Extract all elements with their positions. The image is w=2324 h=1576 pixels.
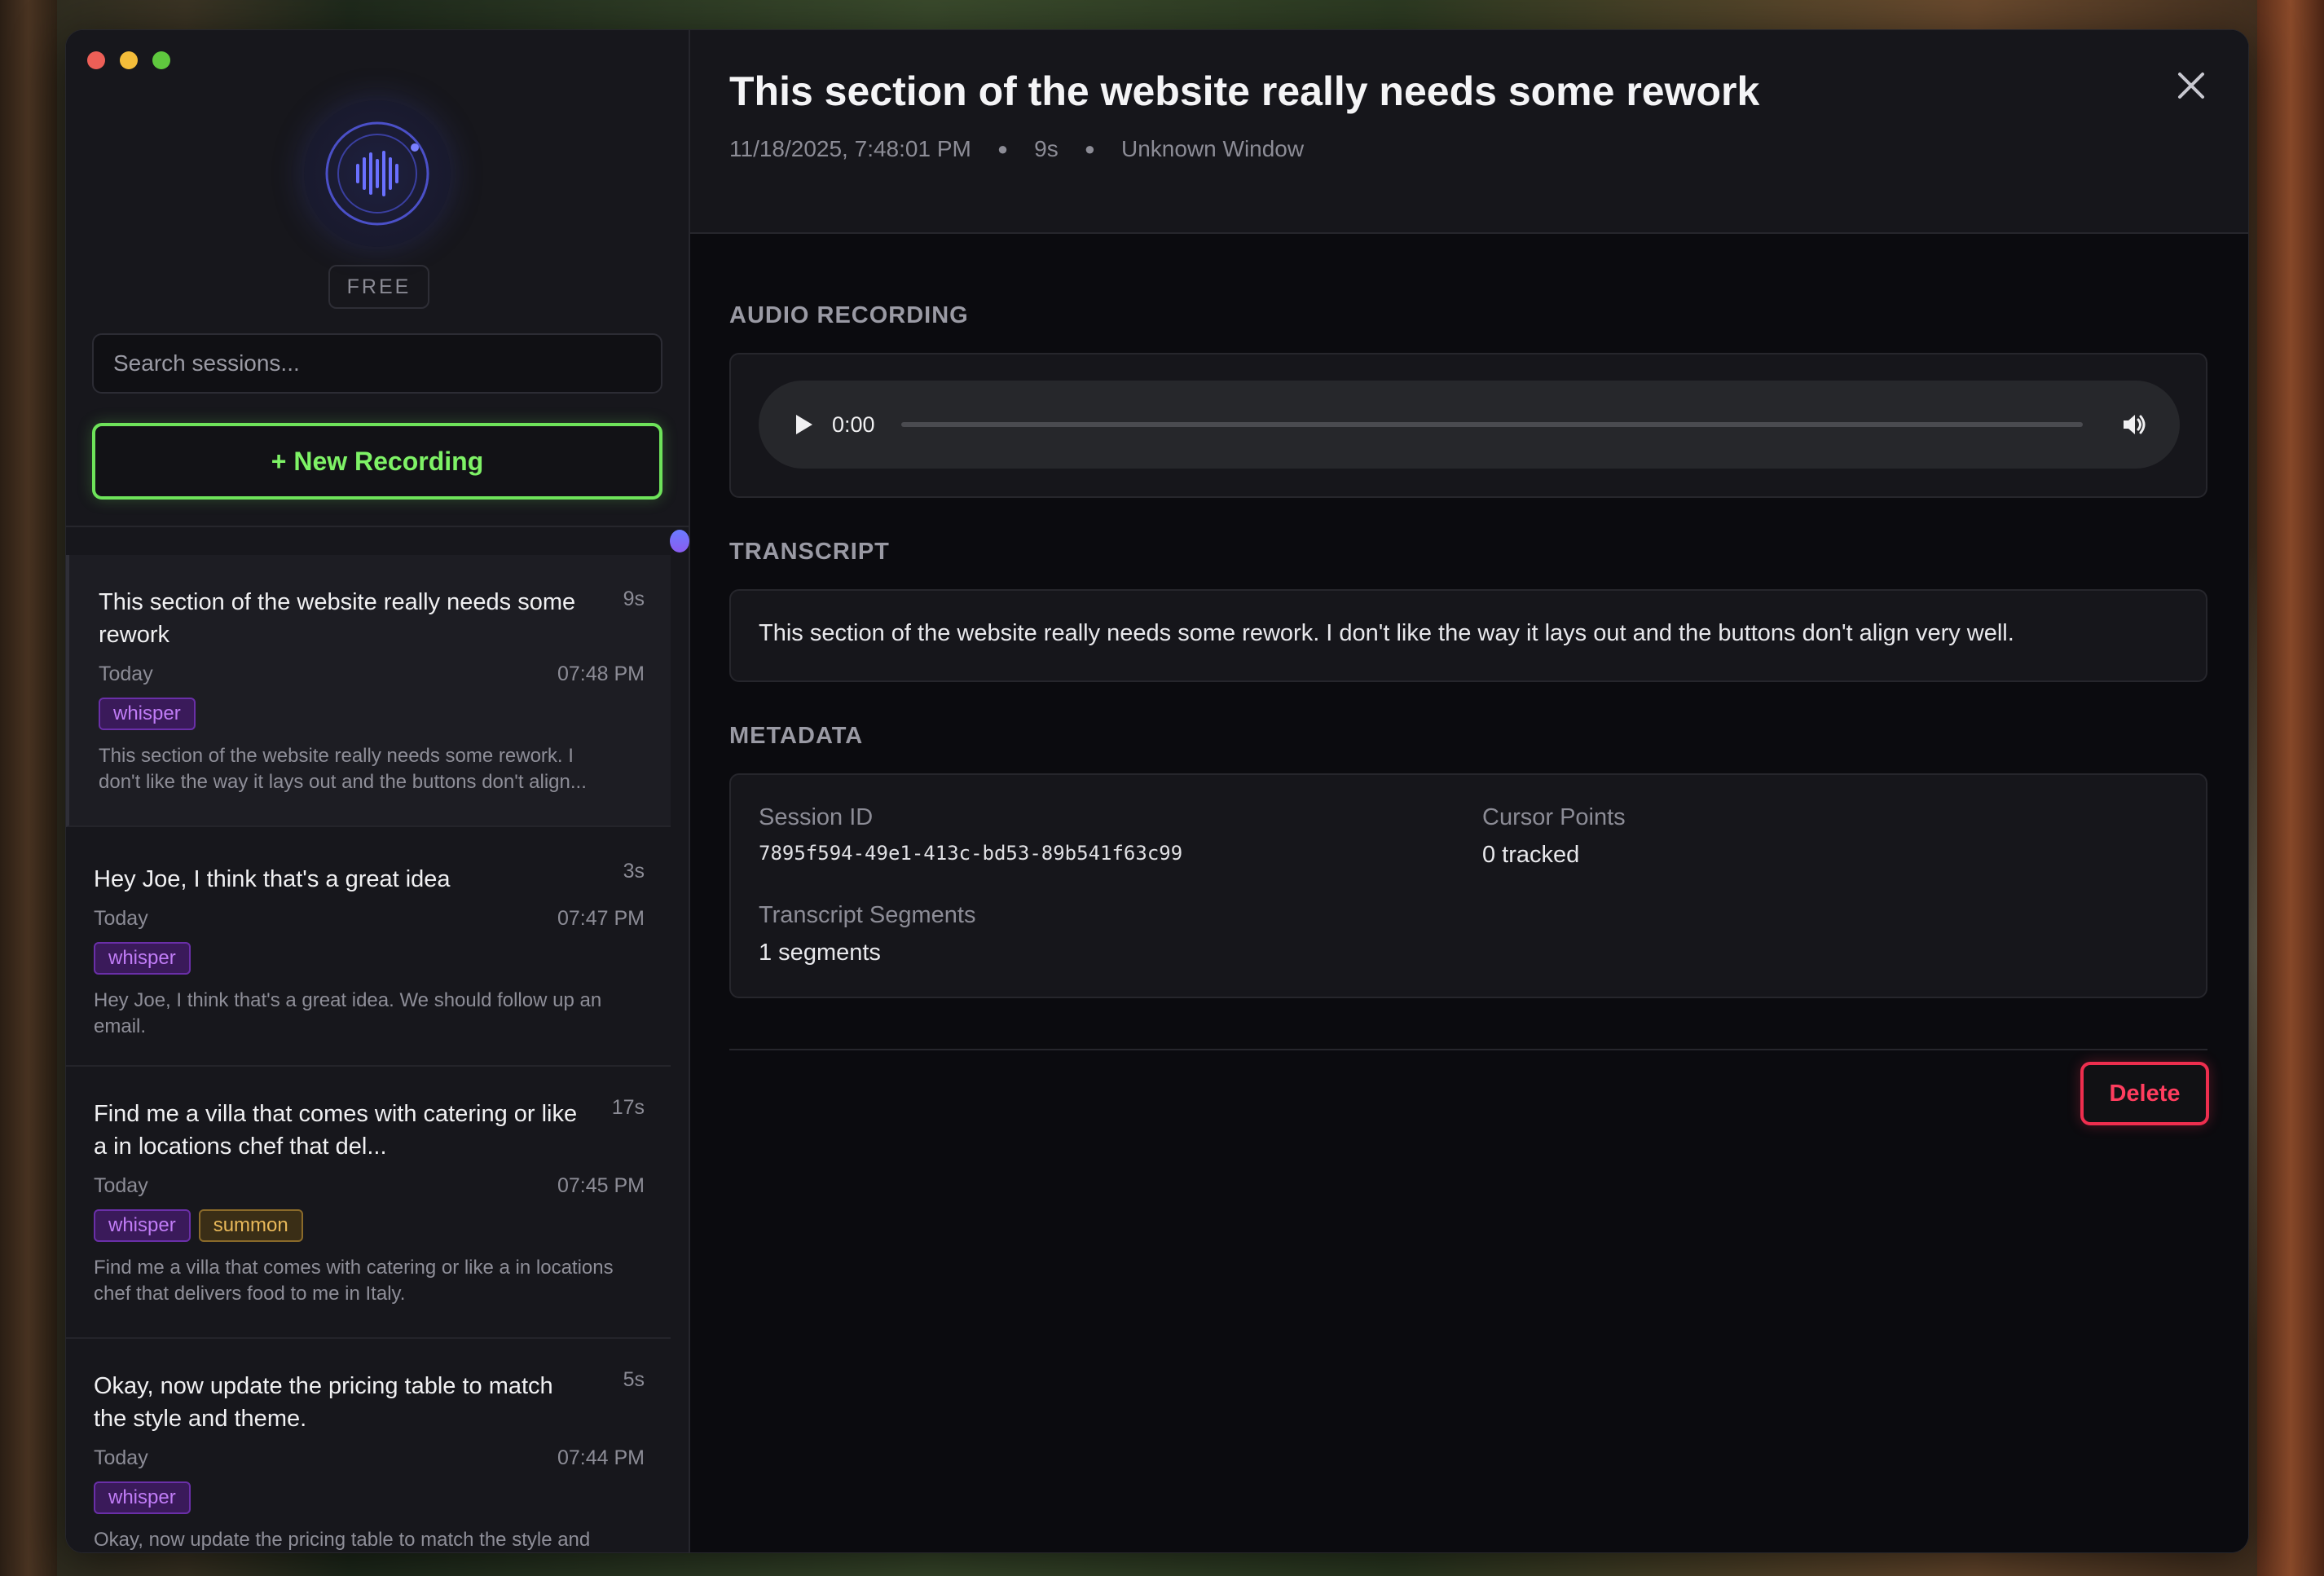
playback-scrubber[interactable]	[900, 422, 2083, 427]
session-title: This section of the website really needs…	[99, 589, 576, 648]
session-duration: 17s	[611, 1096, 645, 1119]
session-duration: 9s	[623, 588, 645, 610]
search-input[interactable]	[92, 333, 662, 394]
session-time: 07:45 PM	[557, 1174, 645, 1197]
scrollbar-thumb[interactable]	[670, 530, 689, 552]
segments-value: 1 segments	[759, 940, 881, 966]
session-duration: 3s	[623, 860, 645, 883]
tag-badge: whisper	[94, 942, 191, 975]
session-datetime: 11/18/2025, 7:48:01 PM	[729, 136, 971, 161]
sidebar: FREE + New Recording 9s This section of …	[66, 30, 690, 1552]
session-window: Unknown Window	[1121, 136, 1305, 161]
session-detail: This section of the website really needs…	[690, 30, 2248, 1552]
session-title: Find me a villa that comes with catering…	[94, 1101, 578, 1160]
close-window-button[interactable]	[87, 51, 105, 69]
volume-icon[interactable]	[2120, 411, 2148, 438]
transcript-panel: This section of the website really needs…	[729, 589, 2207, 682]
play-icon[interactable]	[796, 415, 812, 434]
audio-player: 0:00	[759, 381, 2180, 469]
tag-badge: whisper	[99, 698, 196, 730]
audio-section-label: AUDIO RECORDING	[729, 302, 969, 328]
session-day: Today	[94, 1446, 148, 1469]
transcript-text: This section of the website really needs…	[759, 620, 2014, 646]
divider	[66, 526, 689, 527]
session-day: Today	[94, 1174, 148, 1197]
page-title: This section of the website really needs…	[729, 68, 1760, 114]
session-title: Hey Joe, I think that's a great idea	[94, 866, 451, 892]
delete-button[interactable]: Delete	[2080, 1062, 2209, 1125]
session-preview: Hey Joe, I think that's a great idea. We…	[94, 989, 602, 1037]
session-item[interactable]: 5s Okay, now update the pricing table to…	[66, 1339, 671, 1552]
detail-header: This section of the website really needs…	[690, 30, 2248, 234]
session-item[interactable]: 17s Find me a villa that comes with cate…	[66, 1067, 671, 1339]
session-time: 07:48 PM	[557, 663, 645, 685]
session-meta: 11/18/2025, 7:48:01 PM ● 9s ● Unknown Wi…	[729, 136, 1304, 162]
session-date-row: Today 07:44 PM	[94, 1446, 645, 1470]
session-item[interactable]: 9s This section of the website really ne…	[66, 555, 671, 827]
session-tags: whisper	[99, 698, 645, 730]
session-title: Okay, now update the pricing table to ma…	[94, 1373, 553, 1432]
session-day: Today	[99, 663, 153, 685]
session-preview: This section of the website really needs…	[99, 745, 587, 793]
session-preview: Find me a villa that comes with catering…	[94, 1257, 614, 1305]
audio-panel: 0:00	[729, 353, 2207, 498]
session-tags: whisper	[94, 942, 645, 975]
transcript-section-label: TRANSCRIPT	[729, 539, 890, 565]
cursor-points-label: Cursor Points	[1482, 804, 1626, 830]
session-duration: 5s	[623, 1368, 645, 1391]
session-time: 07:44 PM	[557, 1446, 645, 1469]
separator-dot: ●	[1084, 139, 1095, 159]
session-item[interactable]: 3s Hey Joe, I think that's a great idea …	[66, 827, 671, 1067]
minimize-window-button[interactable]	[120, 51, 138, 69]
app-logo-icon	[304, 100, 451, 247]
background-trunk	[0, 0, 57, 1576]
segments-label: Transcript Segments	[759, 902, 976, 928]
window-controls	[87, 51, 170, 69]
tag-badge: whisper	[94, 1481, 191, 1514]
separator-dot: ●	[997, 139, 1009, 159]
session-time: 07:47 PM	[557, 907, 645, 930]
tag-badge: whisper	[94, 1209, 191, 1242]
playback-time: 0:00	[832, 412, 875, 437]
close-icon[interactable]	[2177, 71, 2206, 100]
session-duration: 9s	[1034, 136, 1059, 161]
app-window: FREE + New Recording 9s This section of …	[65, 29, 2249, 1553]
session-tags: whisper summon	[94, 1209, 645, 1242]
cursor-points-value: 0 tracked	[1482, 842, 1580, 868]
session-date-row: Today 07:48 PM	[99, 663, 645, 686]
plan-badge: FREE	[328, 265, 429, 309]
background-trunk	[2257, 0, 2324, 1576]
session-list: 9s This section of the website really ne…	[66, 555, 671, 1552]
tag-badge: summon	[198, 1209, 303, 1242]
session-date-row: Today 07:45 PM	[94, 1174, 645, 1198]
session-date-row: Today 07:47 PM	[94, 907, 645, 931]
session-id-label: Session ID	[759, 804, 874, 830]
divider	[729, 1049, 2207, 1050]
session-tags: whisper	[94, 1481, 645, 1514]
metadata-panel: Session ID 7895f594-49e1-413c-bd53-89b54…	[729, 773, 2207, 998]
session-day: Today	[94, 907, 148, 930]
session-id-value: 7895f594-49e1-413c-bd53-89b541f63c99	[759, 842, 1183, 865]
zoom-window-button[interactable]	[152, 51, 170, 69]
session-preview: Okay, now update the pricing table to ma…	[94, 1529, 591, 1551]
metadata-section-label: METADATA	[729, 723, 864, 749]
new-recording-button[interactable]: + New Recording	[92, 423, 662, 500]
